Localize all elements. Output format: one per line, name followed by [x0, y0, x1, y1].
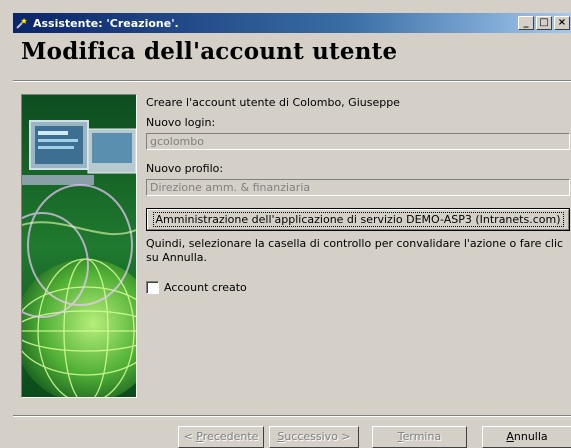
intro-text: Creare l'account utente di Colombo, Gius… [146, 96, 400, 109]
application-admin-button[interactable]: Amministrazione dell'applicazione di ser… [146, 208, 570, 231]
previous-button[interactable]: < Precedente [178, 426, 264, 448]
cancel-button-hotkey: A [506, 430, 514, 443]
login-label: Nuovo login: [146, 116, 216, 129]
cancel-button[interactable]: Annulla [482, 426, 571, 448]
finish-button-label: ermina [402, 430, 442, 443]
minimize-button[interactable]: _ [518, 16, 534, 30]
account-created-option[interactable]: Account creato [146, 281, 247, 294]
previous-button-prefix: < [183, 430, 197, 443]
next-button-label: uccessivo > [284, 430, 351, 443]
profile-field[interactable]: Direzione amm. & finanziaria [146, 179, 570, 196]
close-button[interactable]: × [554, 16, 570, 30]
footer-divider [13, 415, 571, 417]
title-bar[interactable]: Assistente: 'Creazione'. _ □ × [13, 13, 571, 33]
cancel-button-label: nnulla [513, 430, 548, 443]
wizard-globe-computer-image [21, 94, 137, 398]
previous-button-label: recedente [202, 430, 259, 443]
profile-label: Nuovo profilo: [146, 162, 224, 175]
account-created-label[interactable]: Account creato [164, 281, 247, 294]
instruction-line-2: su Annulla. [146, 251, 207, 264]
finish-button[interactable]: Termina [372, 426, 467, 448]
maximize-button[interactable]: □ [536, 16, 552, 30]
application-admin-button-face: Amministrazione dell'applicazione di ser… [147, 209, 569, 230]
login-field[interactable]: gcolombo [146, 133, 570, 150]
page-title: Modifica dell'account utente [21, 38, 398, 65]
instruction-line-1: Quindi, selezionare la casella di contro… [146, 237, 564, 250]
window-title: Assistente: 'Creazione'. [33, 16, 179, 30]
account-created-checkbox[interactable] [146, 281, 159, 294]
next-button[interactable]: Successivo > [269, 426, 359, 448]
header-divider [13, 80, 571, 82]
wizard-window: Assistente: 'Creazione'. _ □ × Modifica … [0, 0, 571, 448]
application-admin-button-label: Amministrazione dell'applicazione di ser… [152, 212, 564, 227]
wizard-icon [15, 16, 29, 30]
